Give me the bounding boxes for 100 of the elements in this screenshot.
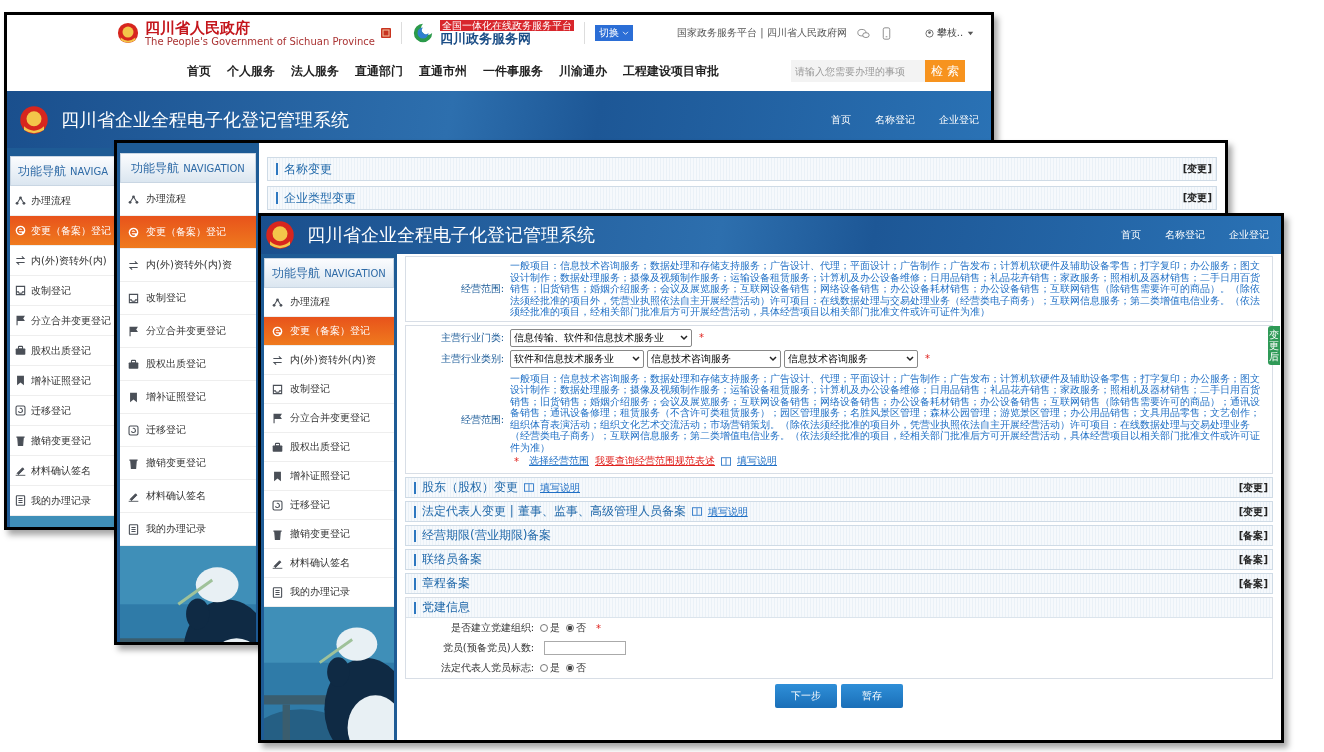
sidebar-item[interactable]: 分立合并变更登记 xyxy=(10,306,116,336)
banner-link[interactable]: 首页 xyxy=(831,112,851,127)
sidebar-item[interactable]: 股权出质登记 xyxy=(120,348,256,381)
query-scope-link[interactable]: 我要查询经营范围规范表述 xyxy=(595,454,715,468)
emblem-icon xyxy=(117,22,139,44)
nav-title: 功能导航 xyxy=(131,159,180,177)
radio-option[interactable]: 否 xyxy=(566,661,586,675)
banner-link[interactable]: 名称登记 xyxy=(875,112,915,127)
select-field[interactable]: 信息技术咨询服务 xyxy=(647,349,781,368)
section-action[interactable]: [变更] xyxy=(1238,504,1268,519)
select-field[interactable]: 信息传输、软件和信息技术服务业 xyxy=(510,328,692,347)
sidebar-item[interactable]: 办理流程 xyxy=(10,186,116,216)
input-field[interactable] xyxy=(544,641,626,655)
banner-link[interactable]: 名称登记 xyxy=(1165,228,1205,242)
sidebar-item[interactable]: 股权出质登记 xyxy=(264,433,394,462)
sidebar-item[interactable]: 股权出质登记 xyxy=(10,336,116,366)
nav-link[interactable]: 一件事服务 xyxy=(483,62,543,80)
nav-link[interactable]: 首页 xyxy=(187,62,211,80)
select-field[interactable]: 信息技术咨询服务 xyxy=(784,349,918,368)
business-scope-text: 一般项目：信息技术咨询服务；数据处理和存储支持服务；广告设计、代理；平面设计；广告制作；广告发布；计算机软硬件及辅助设备零售；打字复印；办公服务；图文设计制作；数据处理服务；摄像及视频制作服务；运输设备租赁服务；计算机及办公设备维修；日用品销售；礼品花卉销售；家政服务；照相机及器材销售；二手日用百货销售；旧货销售；婚姻介绍服务；会议及展览服务；互联网设备销售；网络设备销售；办公设备耗材销售；办公设备销售；互联网销售（除销售需要许可的商品）。（除依法须经批准的项目外，凭营业执照依法自主开展经营活动）许可项目：在线数据处理与交易处理业务（经营类电子商务）；互联网信息服务；第二类增值电信业务。（依法须经批准的项目，经相关部门批准后方可开展经营活动，具体经营项目以相关部门批准文件或许可证件为准） xyxy=(510,260,1261,318)
nav-link[interactable]: 直通市州 xyxy=(419,62,467,80)
trash-icon xyxy=(272,528,283,540)
sidebar-item[interactable]: 办理流程 xyxy=(264,288,394,317)
section-action[interactable]: [备案] xyxy=(1238,528,1268,543)
section-action[interactable]: [备案] xyxy=(1238,552,1268,567)
section-action[interactable]: [备案] xyxy=(1238,576,1268,591)
sidebar-item[interactable]: 改制登记 xyxy=(10,276,116,306)
user-menu[interactable]: 攀枝.. xyxy=(918,25,982,41)
sidebar-item[interactable]: 内(外)资转外(内)资 xyxy=(264,346,394,375)
banner-link[interactable]: 企业登记 xyxy=(939,112,979,127)
radio-option[interactable]: 是 xyxy=(540,661,560,675)
sidebar-item[interactable]: 撤销变更登记 xyxy=(10,426,116,456)
site-name: 四川省人民政府 xyxy=(145,19,251,36)
section-header[interactable]: 股东（股权）变更 填写说明 [变更] xyxy=(405,477,1273,498)
radio-option[interactable]: 否 xyxy=(566,621,586,635)
help-link[interactable]: 填写说明 xyxy=(540,480,580,495)
nav-link[interactable]: 川渝通办 xyxy=(559,62,607,80)
section-action[interactable]: [变更] xyxy=(1182,162,1212,176)
select-field[interactable]: 软件和信息技术服务业 xyxy=(510,349,644,368)
book-icon xyxy=(721,456,731,466)
sidebar-item[interactable]: 内(外)资转外(内)资 xyxy=(120,249,256,282)
sidebar-item[interactable]: 迁移登记 xyxy=(10,396,116,426)
section-header[interactable]: 法定代表人变更 | 董事、监事、高级管理人员备案 填写说明 [变更] xyxy=(405,501,1273,522)
sidebar-item[interactable]: 撤销变更登记 xyxy=(264,520,394,549)
sidebar-item[interactable]: 我的办理记录 xyxy=(10,486,116,516)
nav-link[interactable]: 工程建设项目审批 xyxy=(623,62,719,80)
sidebar-item[interactable]: 增补证照登记 xyxy=(264,462,394,491)
help-link[interactable]: 填写说明 xyxy=(737,454,777,468)
form-button[interactable]: 下一步 xyxy=(775,684,837,708)
sidebar-item[interactable]: 材料确认签名 xyxy=(264,549,394,578)
sidebar-item[interactable]: 材料确认签名 xyxy=(10,456,116,486)
banner-link[interactable]: 首页 xyxy=(1121,228,1141,242)
bookmark-icon xyxy=(128,391,139,403)
sidebar-item[interactable]: 增补证照登记 xyxy=(120,381,256,414)
banner-link[interactable]: 企业登记 xyxy=(1229,228,1269,242)
sidebar-item[interactable]: 增补证照登记 xyxy=(10,366,116,396)
nav-title-en: NAVIGA xyxy=(69,165,109,177)
top-links[interactable]: 国家政务服务平台 | 四川省人民政府网 xyxy=(677,26,847,40)
sidebar-item[interactable]: 分立合并变更登记 xyxy=(120,315,256,348)
search-field[interactable]: 请输入您需要办理的事项 xyxy=(791,60,925,82)
section-title: 经营期限(营业期限)备案 xyxy=(422,527,552,544)
section-header[interactable]: 章程备案 [备案] xyxy=(405,573,1273,594)
pen-icon xyxy=(15,465,26,476)
swap-icon xyxy=(15,255,26,266)
refresh-icon xyxy=(15,405,26,416)
sidebar-item[interactable]: 分立合并变更登记 xyxy=(264,404,394,433)
sidebar-item[interactable]: 办理流程 xyxy=(120,183,256,216)
sidebar-item[interactable]: 改制登记 xyxy=(120,282,256,315)
radio-option[interactable]: 是 xyxy=(540,621,560,635)
section-header[interactable]: 名称变更 [变更] xyxy=(267,157,1217,181)
field-label: 是否建立党建组织: xyxy=(449,621,534,635)
sidebar-item[interactable]: 迁移登记 xyxy=(264,491,394,520)
section-action[interactable]: [变更] xyxy=(1238,480,1268,495)
section-header[interactable]: 经营期限(营业期限)备案 [备案] xyxy=(405,525,1273,546)
select-scope-link[interactable]: 选择经营范围 xyxy=(529,454,589,468)
section-header[interactable]: 企业类型变更 [变更] xyxy=(267,186,1217,210)
section-title: 名称变更 xyxy=(284,160,332,178)
side-tab[interactable]: 变更后 xyxy=(1268,325,1280,365)
list-icon xyxy=(128,523,139,535)
nav-title: 功能导航 xyxy=(17,162,66,180)
section-header[interactable]: 联络员备案 [备案] xyxy=(405,549,1273,570)
sidebar-item[interactable]: 迁移登记 xyxy=(120,414,256,447)
required-mark: * xyxy=(699,332,704,343)
sidebar-item[interactable]: 改制登记 xyxy=(264,375,394,404)
help-link[interactable]: 填写说明 xyxy=(707,504,748,519)
field-label: 党员(预备党员)人数: xyxy=(441,641,534,655)
sidebar-item[interactable]: 我的办理记录 xyxy=(120,513,256,546)
sidebar-item[interactable]: 内(外)资转外(内) xyxy=(10,246,116,276)
sidebar-item[interactable]: 我的办理记录 xyxy=(264,578,394,607)
book-icon xyxy=(691,507,702,516)
wechat-icon[interactable] xyxy=(856,26,870,40)
nav-link[interactable]: 个人服务 xyxy=(227,62,275,80)
field-label: 主营行业类别: xyxy=(439,351,504,366)
nav-link[interactable]: 法人服务 xyxy=(291,62,339,80)
switch-button[interactable]: 切换 xyxy=(595,25,633,41)
form-button[interactable]: 暂存 xyxy=(841,684,903,708)
nav-link[interactable]: 直通部门 xyxy=(355,62,403,80)
section-action[interactable]: [变更] xyxy=(1182,191,1212,205)
sidebar-item[interactable]: 撤销变更登记 xyxy=(120,447,256,480)
sidebar-item[interactable]: 材料确认签名 xyxy=(120,480,256,513)
